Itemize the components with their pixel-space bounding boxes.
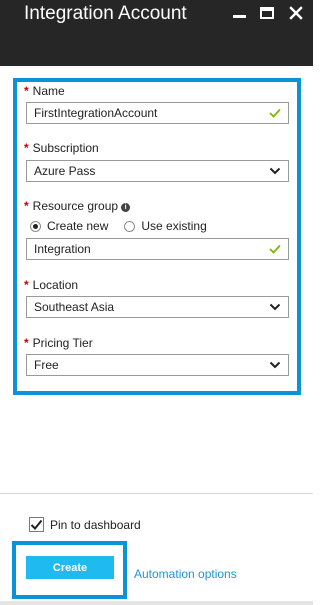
pin-checkbox[interactable] [29, 517, 44, 532]
name-value: FirstIntegrationAccount [34, 106, 158, 120]
blade-header: Integration Account [0, 0, 313, 66]
required-marker: * [24, 199, 29, 213]
chevron-down-icon [269, 361, 281, 369]
name-input[interactable]: FirstIntegrationAccount [26, 102, 289, 124]
checkmark-icon [30, 519, 43, 530]
pricing-tier-label: * Pricing Tier [24, 336, 93, 350]
info-icon[interactable]: i [121, 203, 131, 212]
resource-group-radio-group: Create new Use existing [30, 219, 223, 233]
pin-to-dashboard[interactable]: Pin to dashboard [29, 517, 141, 532]
subscription-label: * Subscription [24, 141, 99, 155]
location-select[interactable]: Southeast Asia [26, 296, 289, 318]
name-label: * Name [24, 84, 65, 98]
create-button[interactable]: Create [26, 556, 114, 579]
required-marker: * [24, 141, 29, 155]
pin-label: Pin to dashboard [50, 517, 141, 532]
valid-check-icon [269, 108, 281, 118]
required-marker: * [24, 336, 29, 350]
radio-selected-dot [33, 223, 38, 229]
close-icon [289, 6, 303, 20]
minimize-icon [232, 14, 246, 18]
required-marker: * [24, 84, 29, 98]
footer-divider [0, 493, 313, 494]
minimize-button[interactable] [228, 4, 250, 22]
subscription-select[interactable]: Azure Pass [26, 160, 289, 182]
resource-group-label: * Resource group i [24, 199, 131, 213]
radio-create-new-label[interactable]: Create new [47, 219, 108, 233]
required-marker: * [24, 278, 29, 292]
valid-check-icon [269, 244, 281, 254]
bottom-scroll-edge [0, 601, 313, 605]
maximize-button[interactable] [256, 4, 278, 22]
chevron-down-icon [269, 303, 281, 311]
resource-group-input[interactable]: Integration [26, 238, 289, 260]
chevron-down-icon [269, 167, 281, 175]
automation-options-link[interactable]: Automation options [134, 567, 237, 581]
subscription-value: Azure Pass [34, 164, 96, 178]
maximize-icon [260, 7, 274, 19]
blade-title: Integration Account [24, 3, 187, 24]
location-label: * Location [24, 278, 79, 292]
pricing-tier-select[interactable]: Free [26, 354, 289, 376]
pricing-tier-value: Free [34, 358, 59, 372]
close-button[interactable] [285, 4, 307, 22]
radio-create-new[interactable] [30, 220, 41, 232]
radio-use-existing[interactable] [124, 220, 136, 232]
resource-group-value: Integration [34, 242, 91, 256]
radio-use-existing-label[interactable]: Use existing [141, 219, 206, 233]
location-value: Southeast Asia [34, 300, 115, 314]
